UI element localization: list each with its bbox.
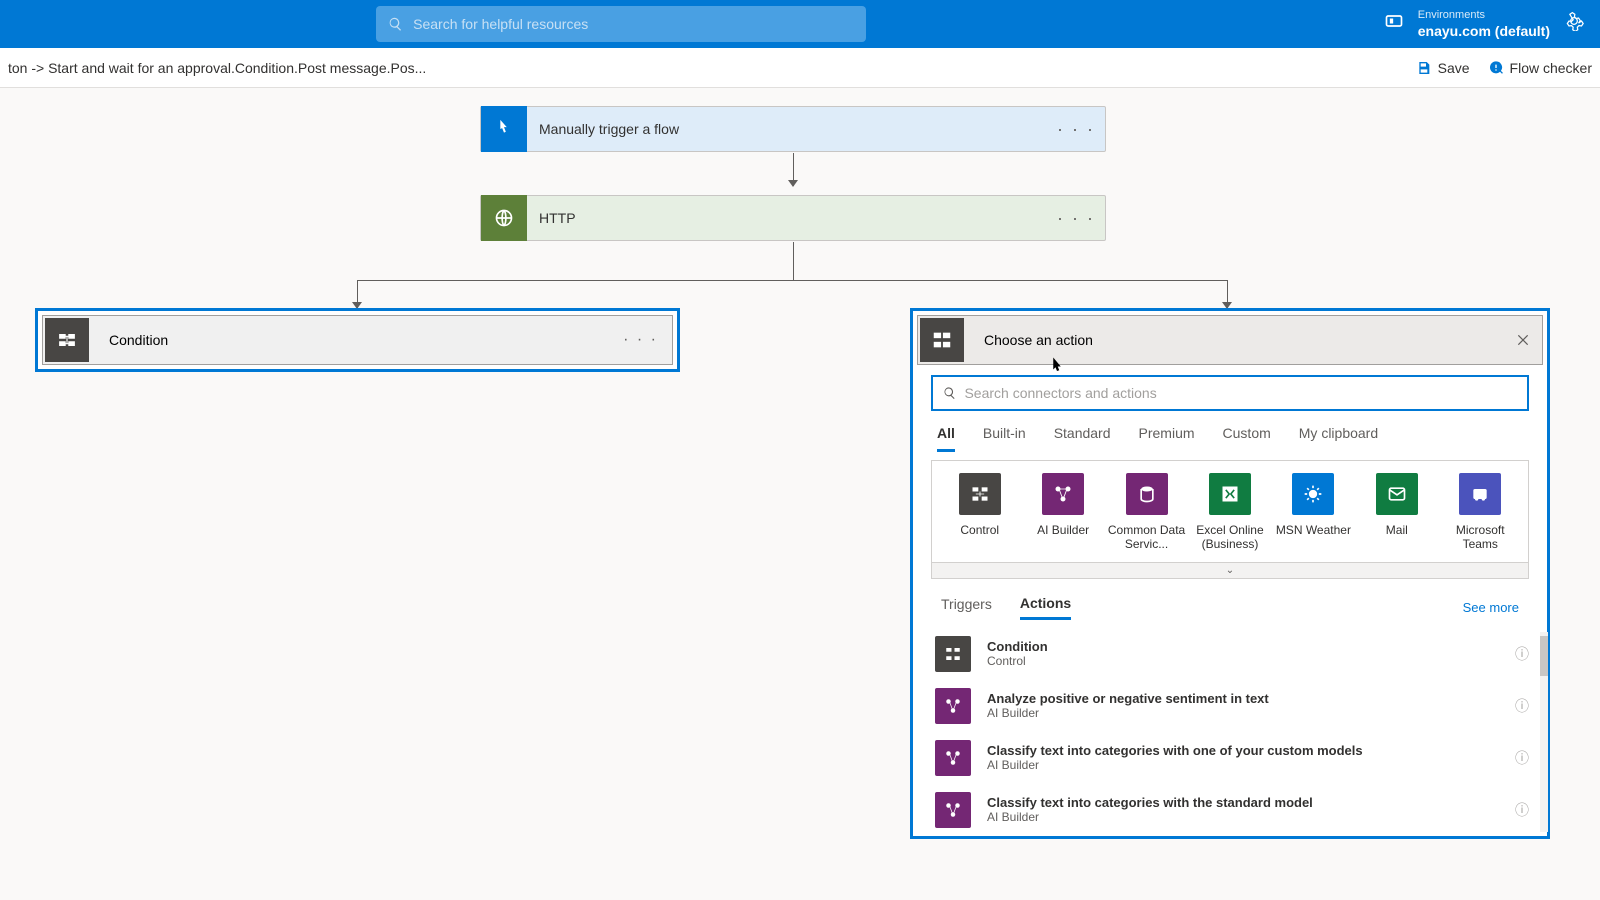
- action-row[interactable]: ConditionControl ⓘ: [931, 628, 1533, 680]
- connector-tile[interactable]: AI Builder: [1024, 473, 1102, 552]
- flow-checker-icon: [1488, 60, 1504, 76]
- action-row[interactable]: Classify text into categories with the s…: [931, 784, 1533, 836]
- search-icon: [943, 386, 956, 400]
- environment-selector[interactable]: Environments enayu.com (default): [1418, 8, 1550, 40]
- global-search[interactable]: [376, 6, 866, 42]
- info-icon[interactable]: ⓘ: [1515, 748, 1529, 768]
- scrollbar[interactable]: [1540, 632, 1548, 832]
- more-icon[interactable]: · · ·: [1057, 208, 1095, 229]
- category-tab[interactable]: My clipboard: [1299, 425, 1378, 452]
- flow-canvas: Manually trigger a flow · · · HTTP · · ·…: [0, 88, 1600, 900]
- tab-actions[interactable]: Actions: [1020, 595, 1071, 620]
- cursor-icon: [1048, 354, 1066, 376]
- environment-icon: [1384, 11, 1404, 36]
- breadcrumb: ton -> Start and wait for an approval.Co…: [8, 60, 426, 76]
- connectors-grid: ControlAI BuilderCommon Data Servic...Ex…: [932, 461, 1528, 562]
- connector-arrow: [357, 280, 358, 308]
- category-tab[interactable]: Custom: [1223, 425, 1271, 452]
- connector-tile[interactable]: Common Data Servic...: [1108, 473, 1186, 552]
- connector-search-input[interactable]: [964, 385, 1517, 401]
- save-button[interactable]: Save: [1416, 60, 1470, 76]
- connector-tile[interactable]: Mail: [1358, 473, 1436, 552]
- globe-icon: [481, 195, 527, 241]
- connector-line: [793, 242, 794, 280]
- pointer-icon: [481, 106, 527, 152]
- connector-tile[interactable]: Control: [941, 473, 1019, 552]
- tab-triggers[interactable]: Triggers: [941, 596, 992, 618]
- connector-line: [357, 280, 1227, 281]
- action-row[interactable]: Classify text into categories with one o…: [931, 732, 1533, 784]
- expand-connectors[interactable]: ⌄: [932, 562, 1528, 578]
- connector-tile[interactable]: Excel Online (Business): [1191, 473, 1269, 552]
- top-bar: Environments enayu.com (default): [0, 0, 1600, 48]
- category-tab[interactable]: Built-in: [983, 425, 1026, 452]
- connector-arrow: [793, 153, 794, 186]
- category-tab[interactable]: Standard: [1054, 425, 1111, 452]
- save-icon: [1416, 60, 1432, 76]
- flow-checker-button[interactable]: Flow checker: [1488, 60, 1592, 76]
- category-tab[interactable]: Premium: [1139, 425, 1195, 452]
- connector-arrow: [1227, 280, 1228, 308]
- condition-card[interactable]: Condition · · ·: [35, 308, 680, 372]
- more-icon[interactable]: · · ·: [623, 331, 658, 349]
- trigger-action-tabs: Triggers Actions See more: [913, 579, 1547, 624]
- info-icon[interactable]: ⓘ: [1515, 800, 1529, 820]
- action-list: ConditionControl ⓘ Analyze positive or n…: [913, 624, 1547, 836]
- connector-search[interactable]: [931, 375, 1529, 411]
- category-tabs: All Built-in Standard Premium Custom My clipb…: [913, 417, 1547, 452]
- connector-tile[interactable]: Microsoft Teams: [1441, 473, 1519, 552]
- choose-action-header: Choose an action: [913, 311, 1547, 369]
- search-icon: [388, 16, 403, 32]
- connector-tile[interactable]: MSN Weather: [1274, 473, 1352, 552]
- breadcrumb-bar: ton -> Start and wait for an approval.Co…: [0, 48, 1600, 88]
- info-icon[interactable]: ⓘ: [1515, 644, 1529, 664]
- more-icon[interactable]: · · ·: [1057, 119, 1095, 140]
- condition-icon: [45, 318, 89, 362]
- http-card[interactable]: HTTP · · ·: [480, 195, 1106, 241]
- category-tab[interactable]: All: [937, 425, 955, 452]
- settings-icon[interactable]: [1564, 11, 1584, 36]
- see-more-link[interactable]: See more: [1463, 600, 1519, 615]
- action-row[interactable]: Analyze positive or negative sentiment i…: [931, 680, 1533, 732]
- info-icon[interactable]: ⓘ: [1515, 696, 1529, 716]
- action-icon: [920, 318, 964, 362]
- trigger-card[interactable]: Manually trigger a flow · · ·: [480, 106, 1106, 152]
- choose-action-panel: Choose an action All Built-in Standard Prem…: [910, 308, 1550, 839]
- global-search-input[interactable]: [413, 16, 854, 32]
- close-icon[interactable]: [1516, 333, 1530, 347]
